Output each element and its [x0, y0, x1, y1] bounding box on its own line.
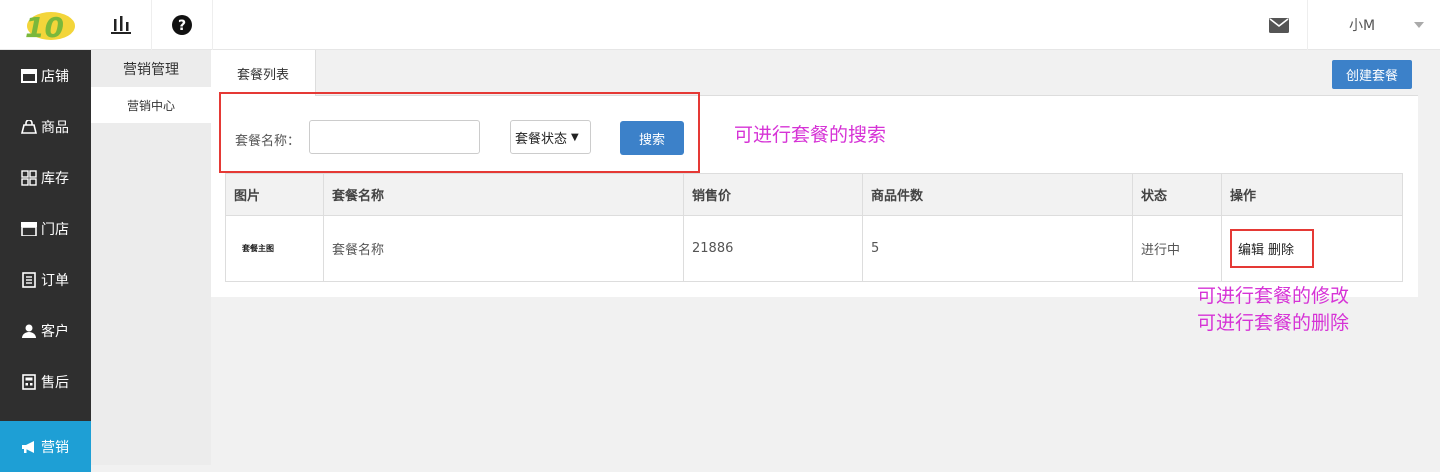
delete-link[interactable]: 删除: [1268, 243, 1294, 258]
column-header-status: 状态: [1132, 173, 1222, 216]
package-table: 图片 套餐名称 销售价 商品件数 状态 操作 套餐主图 套餐名称 21886 5…: [225, 173, 1403, 282]
package-item-count: 5: [862, 215, 1133, 282]
subnav-title: 营销管理: [123, 61, 179, 78]
goods-icon: [21, 119, 37, 135]
search-annotation: 可进行套餐的搜索: [734, 124, 887, 146]
shop-icon: [21, 221, 37, 237]
search-panel: 套餐名称： 套餐状态 ▼ 搜索: [219, 92, 700, 173]
package-name-input[interactable]: [309, 120, 480, 154]
package-actions: 编辑 删除: [1221, 215, 1403, 282]
package-status: 进行中: [1132, 215, 1222, 282]
package-image: 套餐主图: [225, 215, 324, 282]
sidebar-item-aftersale[interactable]: 售后: [0, 356, 91, 407]
mail-icon: [1268, 17, 1289, 33]
sidebar-item-label: 售后: [41, 374, 69, 391]
svg-text:?: ?: [178, 18, 186, 34]
user-name: 小M: [1349, 18, 1376, 34]
search-button[interactable]: 搜索: [620, 121, 684, 155]
package-name: 套餐名称: [323, 215, 684, 282]
logo-icon: 10: [25, 11, 75, 43]
column-header-count: 商品件数: [862, 173, 1133, 216]
customer-icon: [21, 323, 37, 339]
tab-bar: 套餐列表 创建套餐: [211, 50, 1418, 97]
column-header-name: 套餐名称: [323, 173, 684, 216]
sidebar-item-goods[interactable]: 商品: [0, 101, 91, 152]
sidebar-item-shop[interactable]: 门店: [0, 203, 91, 254]
tab-package-list[interactable]: 套餐列表: [211, 50, 316, 97]
sidebar-item-inventory[interactable]: 库存: [0, 152, 91, 203]
sidebar-item-label: 订单: [41, 272, 69, 289]
grid-icon: [21, 169, 37, 186]
order-icon: [21, 271, 37, 288]
sidebar-item-marketing[interactable]: 营销: [0, 421, 91, 472]
sidebar: 店铺 商品 库存 门店 订单 客户 售后 营销: [0, 50, 91, 472]
package-name-label: 套餐名称：: [235, 134, 301, 149]
actions-highlight: 编辑 删除: [1230, 229, 1315, 268]
column-header-actions: 操作: [1221, 173, 1403, 216]
edit-link[interactable]: 编辑: [1238, 243, 1264, 258]
mail-button[interactable]: [1250, 0, 1308, 50]
sidebar-item-label: 客户: [41, 323, 69, 340]
package-price: 21886: [683, 215, 863, 282]
sidebar-item-label: 门店: [41, 221, 69, 238]
column-header-image: 图片: [225, 173, 324, 216]
sidebar-item-label: 商品: [41, 119, 69, 136]
question-icon: ?: [172, 15, 192, 35]
bar-chart-icon: [111, 16, 131, 34]
sidebar-item-label: 营销: [41, 439, 69, 456]
user-menu[interactable]: 小M: [1309, 0, 1440, 50]
create-package-button[interactable]: 创建套餐: [1332, 60, 1412, 89]
sidebar-item-order[interactable]: 订单: [0, 254, 91, 305]
scrollbar[interactable]: [1418, 50, 1440, 465]
sidebar-item-store[interactable]: 店铺: [0, 50, 91, 101]
caret-down-icon: ▼: [571, 131, 579, 143]
logo[interactable]: 10: [0, 0, 91, 50]
sidebar-item-customer[interactable]: 客户: [0, 305, 91, 356]
edit-annotation: 可进行套餐的修改 可进行套餐的删除: [1197, 283, 1349, 337]
package-status-select[interactable]: 套餐状态 ▼: [510, 120, 591, 154]
table-header-row: 图片 套餐名称 销售价 商品件数 状态 操作: [225, 173, 1403, 216]
help-button[interactable]: ?: [152, 0, 213, 50]
edit-annotation-line-2: 可进行套餐的删除: [1197, 312, 1350, 334]
megaphone-icon: [21, 439, 37, 455]
store-icon: [21, 68, 37, 84]
table-row: 套餐主图 套餐名称 21886 5 进行中 编辑 删除: [225, 215, 1403, 282]
edit-annotation-line-1: 可进行套餐的修改: [1197, 285, 1350, 307]
sidebar-item-label: 店铺: [41, 68, 69, 85]
subnav-item-marketing-center[interactable]: 营销中心: [91, 87, 211, 123]
stats-button[interactable]: [91, 0, 152, 50]
top-bar: 10 ? 小M: [0, 0, 1440, 50]
sidebar-item-label: 库存: [41, 170, 69, 187]
svg-text:10: 10: [25, 11, 64, 43]
main-content: 套餐列表 创建套餐 套餐名称： 套餐状态 ▼ 搜索 可进行套餐的搜索 图片 套餐…: [211, 50, 1418, 297]
package-status-value: 套餐状态: [515, 131, 568, 147]
column-header-price: 销售价: [683, 173, 863, 216]
subnav: 营销管理 营销中心: [91, 50, 211, 465]
aftersale-icon: [21, 373, 37, 390]
chevron-down-icon: [1414, 22, 1424, 28]
